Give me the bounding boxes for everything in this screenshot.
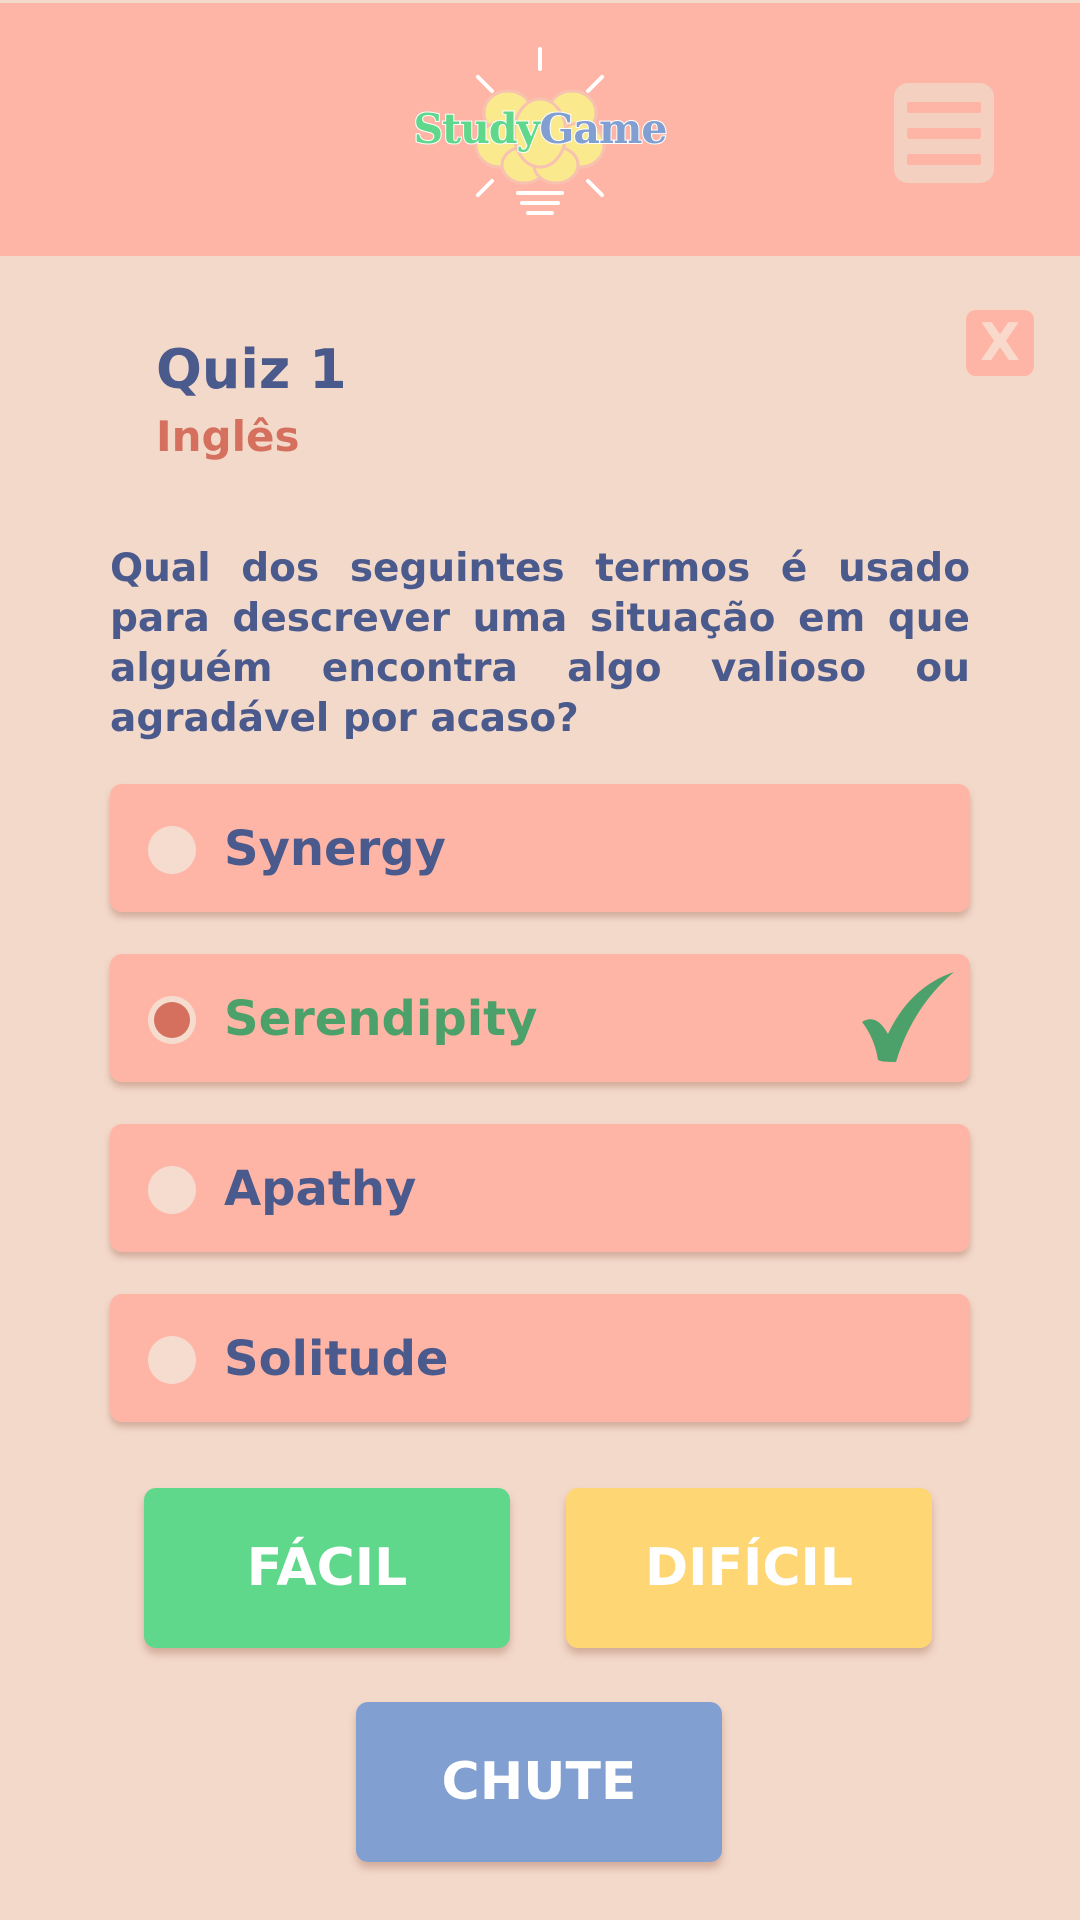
studygame-logo[interactable]: StudyGame	[400, 43, 680, 223]
quiz-subject: Inglês	[156, 412, 300, 461]
answer-options: Synergy Serendipity Apathy Solitude	[110, 784, 970, 1464]
close-button[interactable]: X	[966, 310, 1034, 376]
quiz-title: Quiz 1	[156, 338, 347, 401]
radio-button-selected[interactable]	[148, 996, 196, 1044]
answer-option-apathy[interactable]: Apathy	[110, 1124, 970, 1252]
menu-bar	[907, 127, 981, 139]
app-header: StudyGame	[0, 0, 1080, 256]
easy-button[interactable]: FÁCIL	[144, 1488, 510, 1648]
hamburger-menu-icon[interactable]	[894, 83, 994, 183]
radio-button[interactable]	[148, 1166, 196, 1214]
answer-option-synergy[interactable]: Synergy	[110, 784, 970, 912]
guess-button[interactable]: CHUTE	[356, 1702, 722, 1862]
logo-text-game: Game	[538, 104, 668, 154]
option-label: Serendipity	[224, 991, 538, 1047]
radio-button[interactable]	[148, 1336, 196, 1384]
menu-bar	[907, 153, 981, 165]
question-text: Qual dos seguintes termos é usado para d…	[110, 546, 970, 741]
option-label: Apathy	[224, 1161, 417, 1217]
answer-option-solitude[interactable]: Solitude	[110, 1294, 970, 1422]
menu-bar	[907, 101, 981, 113]
radio-button[interactable]	[148, 826, 196, 874]
hard-button[interactable]: DIFÍCIL	[566, 1488, 932, 1648]
option-label: Synergy	[224, 821, 446, 877]
checkmark-icon	[862, 972, 954, 1062]
option-label: Solitude	[224, 1331, 449, 1387]
logo-text-study: Study	[413, 104, 542, 154]
answer-option-serendipity[interactable]: Serendipity	[110, 954, 970, 1082]
